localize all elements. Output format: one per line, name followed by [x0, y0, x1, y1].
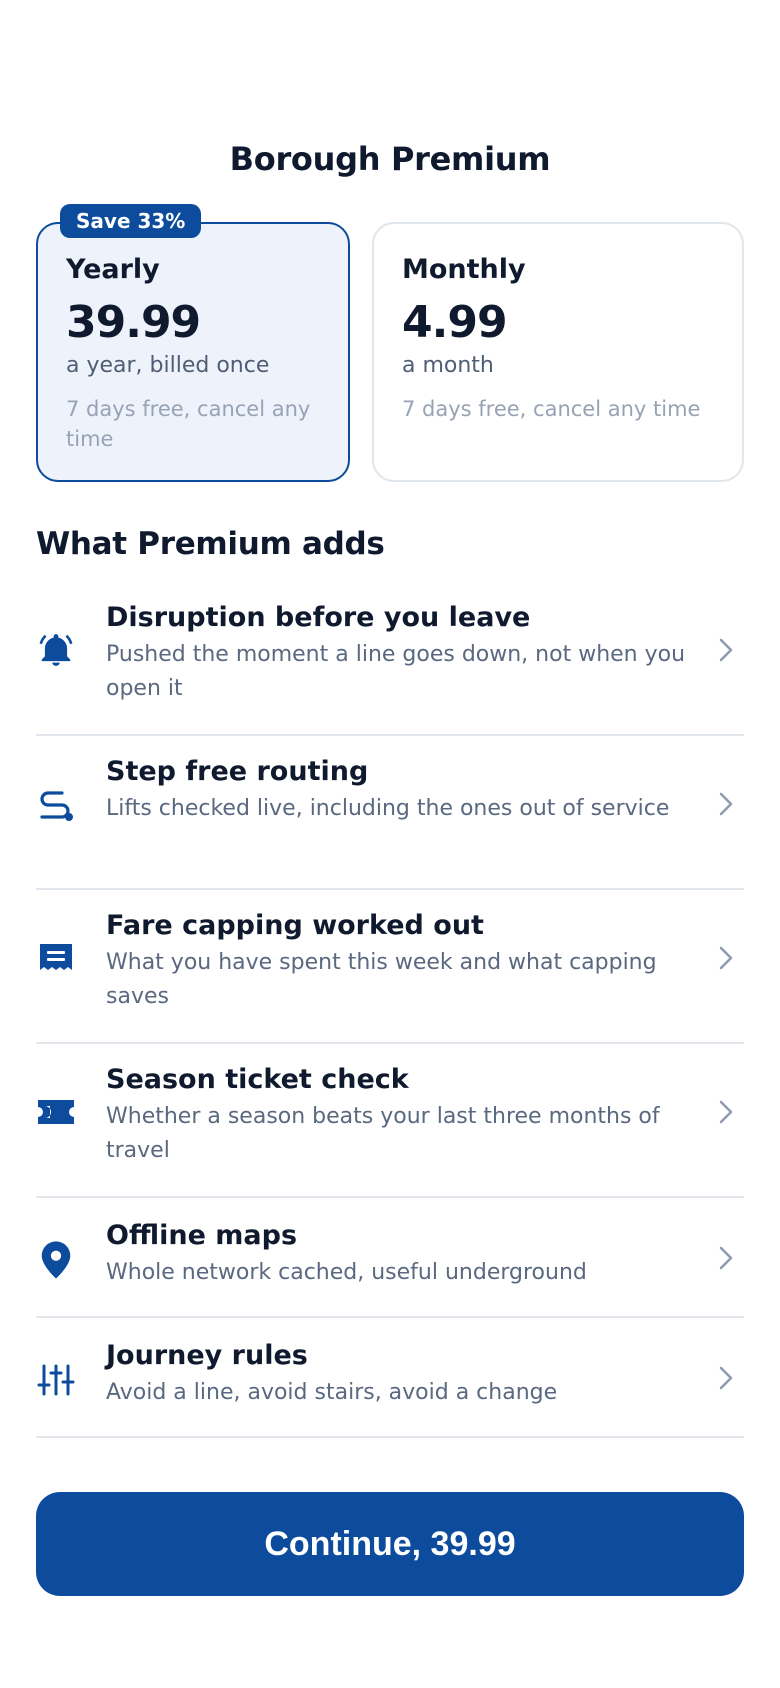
plan-period: a month [402, 353, 494, 379]
receipt-icon [36, 938, 76, 978]
chevron-right-icon [714, 1246, 738, 1270]
feature-title: Step free routing [106, 756, 369, 787]
chevron-right-icon [714, 1100, 738, 1124]
feature-row-offline-maps[interactable]: Offline maps Whole network cached, usefu… [36, 1198, 744, 1318]
chevron-right-icon [714, 946, 738, 970]
chevron-right-icon [714, 1366, 738, 1390]
feature-row-disruption[interactable]: Disruption before you leave Pushed the m… [36, 582, 744, 736]
feature-list: Disruption before you leave Pushed the m… [36, 582, 744, 1438]
feature-description: Pushed the moment a line goes down, not … [106, 642, 686, 701]
chevron-right-icon [714, 792, 738, 816]
feature-title: Season ticket check [106, 1064, 409, 1095]
savings-badge: Save 33% [60, 204, 202, 238]
feature-row-season-ticket[interactable]: Season ticket check Whether a season bea… [36, 1044, 744, 1198]
plan-name: Yearly [66, 254, 160, 285]
plan-price: 39.99 [66, 297, 201, 348]
ticket-icon [36, 1092, 76, 1132]
plan-trial: 7 days free, cancel any time [402, 397, 701, 422]
plan-card-yearly[interactable]: Yearly 39.99 a year, billed once 7 days … [36, 222, 350, 482]
feature-description: Avoid a line, avoid stairs, avoid a chan… [106, 1380, 558, 1405]
feature-title: Fare capping worked out [106, 910, 484, 941]
feature-title: Journey rules [106, 1340, 308, 1371]
feature-description: What you have spent this week and what c… [106, 950, 657, 1009]
chevron-right-icon [714, 638, 738, 662]
map-pin-icon [36, 1240, 76, 1280]
bell-icon [36, 630, 76, 670]
feature-description: Lifts checked live, including the ones o… [106, 796, 670, 821]
sliders-icon [36, 1360, 76, 1400]
plan-name: Monthly [402, 254, 526, 285]
plan-period: a year, billed once [66, 353, 270, 379]
feature-row-journey-rules[interactable]: Journey rules Avoid a line, avoid stairs… [36, 1318, 744, 1438]
feature-row-fare-capping[interactable]: Fare capping worked out What you have sp… [36, 890, 744, 1044]
feature-title: Offline maps [106, 1220, 298, 1251]
feature-title: Disruption before you leave [106, 602, 531, 633]
route-icon [36, 784, 76, 824]
continue-button[interactable]: Continue, 39.99 [36, 1492, 744, 1596]
feature-description: Whole network cached, useful underground [106, 1260, 587, 1285]
feature-description: Whether a season beats your last three m… [106, 1104, 660, 1163]
plan-card-monthly[interactable]: Monthly 4.99 a month 7 days free, cancel… [372, 222, 744, 482]
feature-row-step-free[interactable]: Step free routing Lifts checked live, in… [36, 736, 744, 890]
page-title: Borough Premium [229, 140, 551, 178]
plan-price: 4.99 [402, 297, 508, 348]
section-title: What Premium adds [36, 526, 385, 562]
plan-trial: 7 days free, cancel any time [66, 397, 311, 452]
